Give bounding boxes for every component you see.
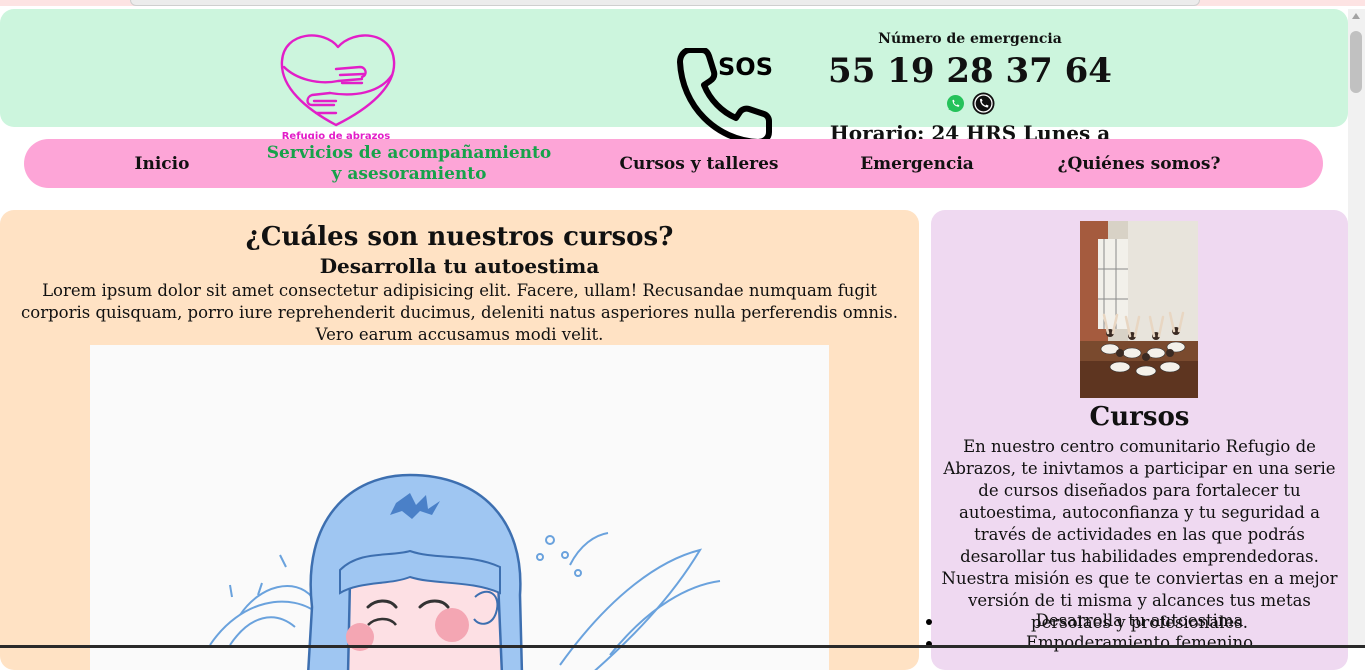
nav-item-servicios-line1: Servicios de acompañamiento xyxy=(266,143,552,163)
emergency-label: Número de emergencia xyxy=(878,31,1062,47)
courses-sidebar: Cursos En nuestro centro comunitario Ref… xyxy=(931,210,1348,670)
list-bullet xyxy=(926,619,932,625)
list-item: Desarrolla tu autoestima xyxy=(1035,611,1244,630)
section-body-text: Lorem ipsum dolor sit amet consectetur a… xyxy=(21,281,898,344)
courses-main-section: ¿Cuáles son nuestros cursos? Desarrolla … xyxy=(0,210,919,670)
site-logo[interactable]: Refugio de abrazos xyxy=(276,27,406,145)
sidebar-title: Cursos xyxy=(1089,402,1190,432)
sos-phone-icon: SOS xyxy=(676,47,773,145)
nav-item-servicios-line2: y asesoramiento xyxy=(331,164,487,184)
list-item: Empoderamiento femenino xyxy=(1025,633,1254,652)
phone-icon[interactable] xyxy=(972,92,995,115)
section-subtitle: Desarrolla tu autoestima xyxy=(319,254,600,278)
browser-address-bar[interactable] xyxy=(130,0,1200,6)
scroll-up-arrow-icon[interactable] xyxy=(1352,13,1360,19)
nav-item-inicio[interactable]: Inicio xyxy=(128,154,196,174)
sidebar-body-text: En nuestro centro comunitario Refugio de… xyxy=(941,437,1338,632)
site-header: Refugio de abrazos SOS Número de emergen… xyxy=(0,9,1348,169)
main-nav: Inicio Servicios de acompañamiento y ase… xyxy=(24,139,1323,188)
svg-text:SOS: SOS xyxy=(718,53,772,81)
scroll-thumb[interactable] xyxy=(1350,31,1362,93)
nav-item-quienes-somos[interactable]: ¿Quiénes somos? xyxy=(1054,154,1224,174)
heart-hug-logo-icon xyxy=(280,34,396,127)
emergency-number: 55 19 28 37 64 xyxy=(828,51,1112,91)
vertical-scrollbar[interactable] xyxy=(1348,9,1365,648)
nav-item-emergencia[interactable]: Emergencia xyxy=(856,154,978,174)
nav-item-cursos[interactable]: Cursos y talleres xyxy=(618,154,780,174)
section-title: ¿Cuáles son nuestros cursos? xyxy=(245,222,674,252)
autoestima-illustration xyxy=(90,345,829,670)
nav-item-servicios[interactable]: Servicios de acompañamiento y asesoramie… xyxy=(264,143,554,185)
group-photo xyxy=(1080,221,1198,398)
whatsapp-icon[interactable] xyxy=(946,94,965,113)
